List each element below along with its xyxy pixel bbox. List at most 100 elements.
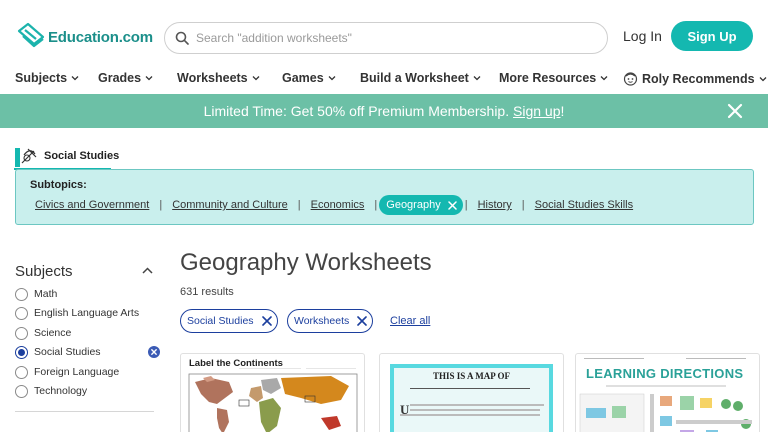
subtopics-panel: Subtopics: Civics and Government | Commu… bbox=[15, 169, 754, 225]
filter-foreign-language[interactable]: Foreign Language bbox=[15, 364, 160, 380]
search-input[interactable] bbox=[196, 31, 576, 45]
filter-label: English Language Arts bbox=[34, 307, 140, 319]
clear-filter-icon[interactable] bbox=[148, 346, 160, 358]
active-filter-worksheets[interactable]: Worksheets bbox=[287, 309, 374, 333]
page-title: Geography Worksheets bbox=[180, 249, 432, 276]
text-line bbox=[400, 414, 540, 416]
site-logo[interactable]: Education.com bbox=[16, 22, 153, 52]
chevron-down-icon bbox=[759, 76, 766, 81]
filter-label: Foreign Language bbox=[34, 366, 120, 378]
radio-button[interactable] bbox=[15, 384, 28, 398]
worksheet-card-title: LEARNING DIRECTIONS bbox=[586, 366, 744, 381]
worksheet-thumbnail: THIS IS A MAP OF U bbox=[390, 364, 553, 432]
title-underline bbox=[410, 388, 530, 389]
pill-label: Worksheets bbox=[294, 315, 350, 327]
worksheet-card[interactable]: LEARNING DIRECTIONS bbox=[575, 353, 760, 432]
sidebar-title: Subjects bbox=[15, 263, 73, 280]
active-filter-social-studies[interactable]: Social Studies bbox=[180, 309, 278, 333]
separator: | bbox=[521, 199, 525, 211]
promo-banner: Limited Time: Get 50% off Premium Member… bbox=[0, 94, 768, 128]
nav-label: Grades bbox=[98, 71, 142, 85]
subject-tab-label: Social Studies bbox=[44, 150, 120, 162]
subject-tab[interactable]: Social Studies bbox=[14, 145, 119, 167]
nav-label: Games bbox=[282, 71, 324, 85]
subtopics-list: Civics and Government | Community and Cu… bbox=[35, 195, 633, 215]
signup-button[interactable]: Sign Up bbox=[671, 21, 753, 51]
roly-mascot-icon bbox=[623, 72, 638, 86]
radio-button-selected[interactable] bbox=[15, 345, 28, 359]
banner-signup-link[interactable]: Sign up bbox=[513, 103, 560, 119]
filter-math[interactable]: Math bbox=[15, 286, 160, 302]
chevron-down-icon bbox=[71, 76, 79, 81]
chevron-down-icon bbox=[600, 76, 608, 81]
filter-technology[interactable]: Technology bbox=[15, 383, 160, 399]
nav-more-resources[interactable]: More Resources bbox=[499, 71, 608, 85]
radio-button[interactable] bbox=[15, 326, 28, 340]
nav-roly-recommends[interactable]: Roly Recommends bbox=[623, 71, 767, 86]
worksheet-card[interactable]: Label the Continents bbox=[180, 353, 365, 432]
separator: | bbox=[374, 199, 378, 211]
banner-suffix: ! bbox=[560, 103, 565, 119]
results-count: 631 results bbox=[180, 286, 234, 298]
chevron-down-icon bbox=[473, 76, 481, 81]
pill-label: Social Studies bbox=[187, 315, 254, 327]
worksheet-card-title: THIS IS A MAP OF bbox=[432, 371, 511, 381]
nav-label: Subjects bbox=[15, 71, 68, 85]
name-line bbox=[584, 358, 644, 359]
text-line bbox=[410, 404, 544, 406]
chevron-down-icon bbox=[145, 76, 153, 81]
chevron-down-icon bbox=[328, 76, 336, 81]
worksheet-paper: THIS IS A MAP OF U bbox=[394, 368, 549, 432]
logo-text: Education.com bbox=[48, 28, 153, 46]
text-line bbox=[410, 409, 540, 411]
separator: | bbox=[159, 199, 163, 211]
nav-worksheets[interactable]: Worksheets bbox=[177, 71, 260, 85]
nav-label: More Resources bbox=[499, 71, 597, 85]
subtopic-community-and-culture[interactable]: Community and Culture bbox=[172, 199, 288, 211]
nav-subjects[interactable]: Subjects bbox=[15, 71, 79, 85]
site-header: Education.com Log In Sign Up bbox=[0, 0, 768, 64]
filter-label: Social Studies bbox=[34, 346, 101, 358]
subtopic-geography-active[interactable]: Geography bbox=[379, 195, 463, 215]
filter-social-studies[interactable]: Social Studies bbox=[15, 344, 160, 360]
world-map-thumbnail bbox=[188, 368, 358, 432]
nav-label: Roly Recommends bbox=[642, 71, 755, 86]
filter-label: Math bbox=[34, 288, 58, 300]
close-icon[interactable] bbox=[726, 102, 744, 120]
radio-button[interactable] bbox=[15, 287, 28, 301]
close-icon[interactable] bbox=[357, 316, 368, 326]
chevron-up-icon[interactable] bbox=[142, 267, 153, 274]
search-icon bbox=[175, 31, 189, 45]
filter-label: Technology bbox=[34, 385, 88, 397]
filter-science[interactable]: Science bbox=[15, 325, 160, 341]
close-icon[interactable] bbox=[447, 200, 457, 210]
sidebar-divider bbox=[15, 411, 154, 412]
logo-icon bbox=[17, 22, 45, 48]
radio-button[interactable] bbox=[15, 365, 28, 379]
social-studies-icon bbox=[15, 148, 37, 167]
clear-all-link[interactable]: Clear all bbox=[390, 315, 430, 327]
main-nav: Subjects Grades Worksheets Games Build a… bbox=[0, 64, 768, 94]
search-bar[interactable] bbox=[164, 22, 608, 54]
nav-games[interactable]: Games bbox=[282, 71, 336, 85]
radio-button[interactable] bbox=[15, 306, 28, 320]
chevron-down-icon bbox=[252, 76, 260, 81]
nav-grades[interactable]: Grades bbox=[98, 71, 153, 85]
nav-label: Build a Worksheet bbox=[360, 71, 469, 85]
subtopic-civics-and-government[interactable]: Civics and Government bbox=[35, 199, 149, 211]
subtopics-label: Subtopics: bbox=[30, 179, 87, 191]
worksheet-card[interactable]: THIS IS A MAP OF U bbox=[379, 353, 564, 432]
nav-build-worksheet[interactable]: Build a Worksheet bbox=[360, 71, 481, 85]
banner-text: Limited Time: Get 50% off Premium Member… bbox=[203, 103, 510, 119]
filter-label: Science bbox=[34, 327, 72, 339]
subtopic-economics[interactable]: Economics bbox=[311, 199, 365, 211]
directions-map-thumbnail bbox=[579, 385, 752, 432]
close-icon[interactable] bbox=[261, 316, 272, 326]
subtopic-social-studies-skills[interactable]: Social Studies Skills bbox=[535, 199, 633, 211]
subtopic-history[interactable]: History bbox=[478, 199, 512, 211]
separator: | bbox=[297, 199, 301, 211]
login-link[interactable]: Log In bbox=[623, 28, 662, 44]
date-line bbox=[686, 358, 746, 359]
separator: | bbox=[464, 199, 468, 211]
filter-english-language-arts[interactable]: English Language Arts bbox=[15, 305, 160, 321]
